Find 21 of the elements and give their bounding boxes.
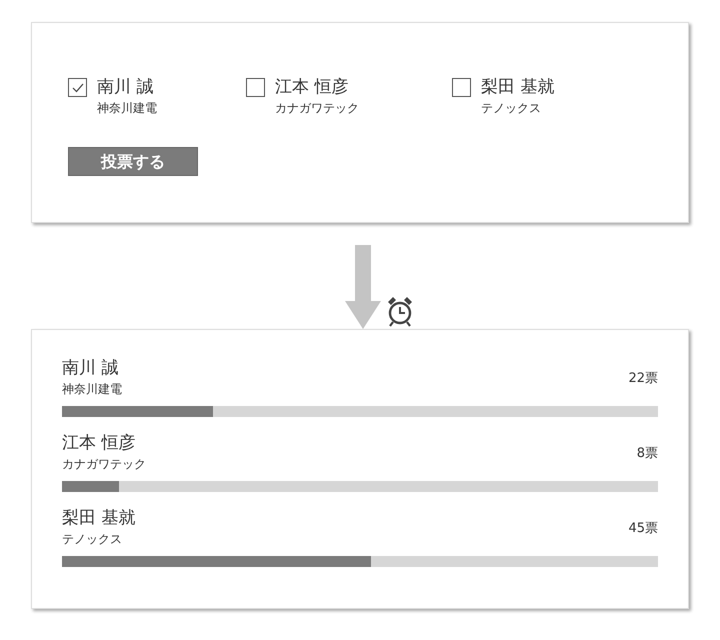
down-arrow-icon xyxy=(345,245,381,329)
vote-button[interactable]: 投票する xyxy=(68,147,198,176)
checkmark-icon xyxy=(72,82,84,92)
company-name: 神奈川建電 xyxy=(62,381,122,398)
candidate-name: 江本 恒彦 xyxy=(62,432,136,455)
candidate-name: 南川 誠 xyxy=(62,357,120,380)
checkbox[interactable] xyxy=(68,78,87,97)
company-name: 神奈川建電 xyxy=(97,100,157,117)
checkbox[interactable] xyxy=(246,78,265,97)
company-name: テノックス xyxy=(481,100,542,117)
candidate-name: 梨田 基就 xyxy=(62,507,136,530)
candidate-name: 梨田 基就 xyxy=(481,76,554,99)
company-name: テノックス xyxy=(62,531,123,548)
checkbox[interactable] xyxy=(452,78,471,97)
company-name: カナガワテック xyxy=(62,456,146,473)
candidate-name: 南川 誠 xyxy=(97,76,154,99)
candidate-name: 江本 恒彦 xyxy=(275,76,350,99)
vote-count: 45票 xyxy=(628,520,658,538)
company-name: カナガワテック xyxy=(275,100,359,117)
vote-count: 8票 xyxy=(636,444,658,462)
vote-count: 22票 xyxy=(628,370,658,388)
